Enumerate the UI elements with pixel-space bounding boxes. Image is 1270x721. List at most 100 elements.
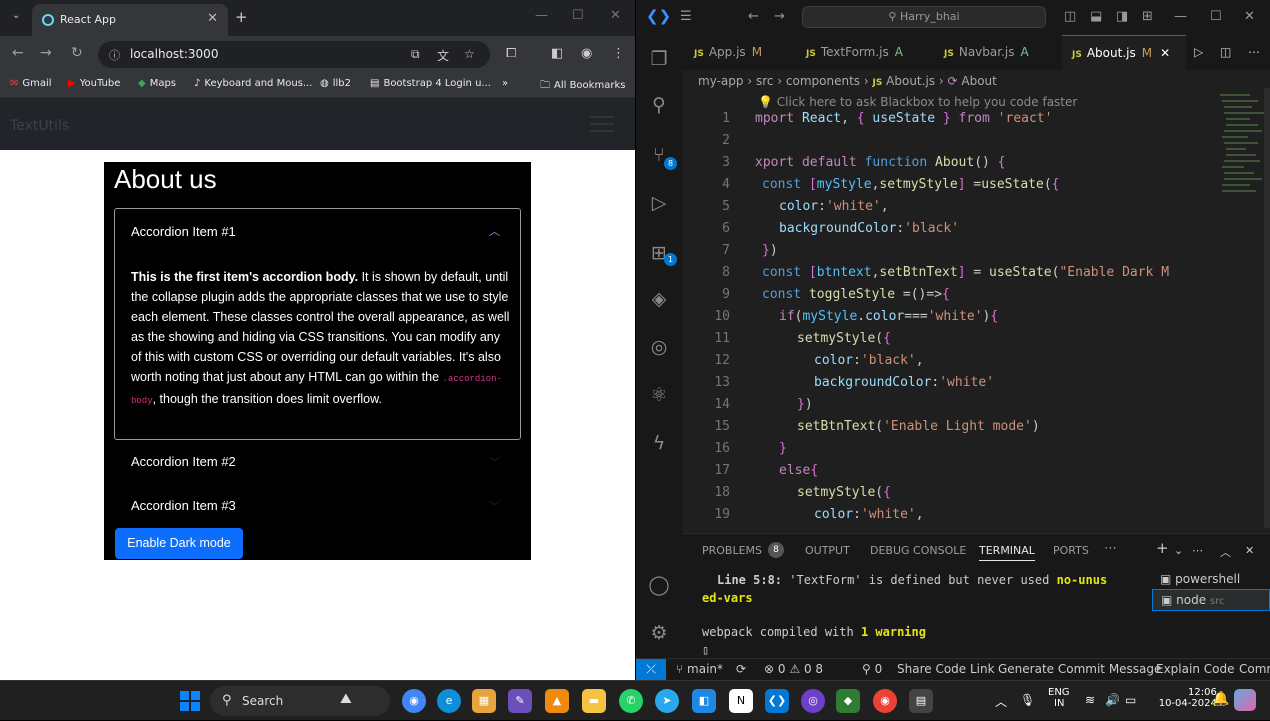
telegram-taskbar-icon[interactable]: ➤ [655,689,679,713]
profile-avatar-icon[interactable]: ◉ [581,46,592,61]
forward-icon[interactable]: → [40,45,52,61]
tab-app-js[interactable]: JS App.js M [694,35,794,70]
accordion-button-1[interactable]: Accordion Item #1 [131,224,236,239]
file-explorer-taskbar-icon[interactable]: ▬ [582,689,606,713]
nav-back-icon[interactable]: ← [748,9,759,24]
tab-search-icon[interactable]: ⌄ [12,10,20,21]
navbar-toggler-icon[interactable] [590,116,614,132]
tab-navbar-js[interactable]: JS Navbar.js A [944,35,1054,70]
terminal-output[interactable]: Line 5:8: 'TextForm' is defined but neve… [702,571,1132,659]
bookmark-youtube[interactable]: ▶ YouTube [68,78,120,89]
database-icon[interactable]: ◈ [647,287,671,311]
split-editor-icon[interactable]: ◫ [1220,35,1231,70]
store-taskbar-icon[interactable]: ▦ [472,689,496,713]
code-editor[interactable]: 1 mport React, { useState } from 'react'… [682,111,1217,531]
toggle-panel-icon[interactable]: ⬓ [1090,9,1102,24]
generate-commit-message[interactable]: Generate Commit Message [998,662,1161,676]
notification-icon[interactable]: 🔔 [1212,691,1229,707]
tray-overflow-icon[interactable]: ︿ [995,693,1007,710]
bookmark-llb2[interactable]: ◍ llb2 [320,78,351,89]
bookmark-star-icon[interactable]: ☆ [464,47,475,61]
close-window-icon[interactable]: ✕ [610,8,621,23]
extensions-icon[interactable]: ⧠ [506,46,516,61]
accordion-button-2[interactable]: Accordion Item #2 [131,454,236,469]
command-center[interactable]: ⚲ Harry_bhai [802,6,1046,28]
close-panel-icon[interactable]: ✕ [1245,544,1254,557]
sync-icon[interactable]: ⟳ [736,662,746,676]
side-panel-icon[interactable]: ◧ [551,46,563,61]
windows-start-icon[interactable] [180,691,200,711]
tab-terminal[interactable]: TERMINAL [979,544,1035,561]
bookmark-gmail[interactable]: ✉ Gmail [10,78,52,89]
settings-gear-icon[interactable]: ⚙ [647,621,671,645]
maximize-panel-icon[interactable]: ︿ [1220,544,1231,560]
maximize-icon[interactable]: ☐ [1210,9,1222,24]
hamburger-menu-icon[interactable]: ☰ [680,9,692,24]
panel-more-actions-icon[interactable]: ⋯ [1192,544,1203,557]
more-bookmarks-icon[interactable]: » [502,78,508,89]
status-item-truncated[interactable]: Comm [1239,662,1270,676]
maximize-icon[interactable]: ☐ [572,8,584,23]
back-icon[interactable]: ← [12,45,24,61]
microphone-icon[interactable]: 🎙 [1020,693,1035,707]
battery-icon[interactable]: ▭ [1125,693,1136,707]
chevron-down-icon[interactable]: ﹀ [489,498,500,514]
tab-about-js[interactable]: JS About.js M ✕ [1062,35,1186,70]
menu-kebab-icon[interactable]: ⋮ [612,46,625,61]
chevron-down-icon[interactable]: ﹀ [489,454,500,470]
accounts-icon[interactable]: ◯ [647,573,671,597]
navbar-brand[interactable]: TextUtils [10,118,69,134]
chrome-taskbar-icon[interactable]: ◉ [873,689,897,713]
panel-more-icon[interactable]: ⋯ [1104,541,1117,556]
ports-status[interactable]: ⚲ 0 [862,662,882,676]
terminal-powershell[interactable]: ▣ powershell [1152,569,1270,589]
close-window-icon[interactable]: ✕ [1244,9,1255,24]
install-icon[interactable]: ⧉ [411,47,420,62]
tab-debug-console[interactable]: DEBUG CONSOLE [870,544,966,557]
explain-code[interactable]: Explain Code [1156,662,1234,676]
all-bookmarks[interactable]: 🗀 All Bookmarks [540,78,625,95]
minimize-icon[interactable]: — [535,8,548,23]
search-icon[interactable]: ⚲ [647,93,671,117]
more-actions-icon[interactable]: ⋯ [1248,35,1260,70]
close-tab-icon[interactable]: ✕ [207,11,218,26]
remote-indicator-icon[interactable]: ⤫ [636,659,666,681]
clock[interactable]: 12:06 10-04-2024 [1156,687,1217,709]
customize-layout-icon[interactable]: ⊞ [1142,9,1153,24]
explorer-icon[interactable]: ❐ [647,47,671,71]
new-terminal-icon[interactable]: + [1156,539,1169,557]
problems-status[interactable]: ⊗ 0 ⚠ 0 8 [764,662,823,676]
language-indicator[interactable]: ENG IN [1048,687,1070,709]
edge-taskbar-icon[interactable]: e [437,689,461,713]
taskbar-search[interactable]: ⚲ Search ⛰ [210,686,390,716]
app-taskbar-icon[interactable]: ▤ [909,689,933,713]
enable-dark-mode-button[interactable]: Enable Dark mode [115,528,243,559]
bookmark-maps[interactable]: ◆ Maps [138,78,176,89]
nav-forward-icon[interactable]: → [774,9,785,24]
vlc-taskbar-icon[interactable]: ▲ [545,689,569,713]
tab-output[interactable]: OUTPUT [805,544,850,557]
copilot-icon[interactable] [1234,689,1256,711]
editor-scrollbar[interactable] [1264,88,1270,528]
blackbox-hint[interactable]: 💡 Click here to ask Blackbox to help you… [758,95,1077,109]
bookmark-keyboard[interactable]: ♪ Keyboard and Mous... [194,78,312,89]
reload-icon[interactable]: ↻ [71,45,83,61]
browser-tab[interactable]: React App ✕ [32,4,228,36]
new-tab-icon[interactable]: + [235,8,248,26]
toggle-sidebar-icon[interactable]: ◫ [1064,9,1076,24]
terminal-node[interactable]: ▣ node src [1152,589,1270,611]
translate-icon[interactable]: 文 [437,47,449,64]
minimize-icon[interactable]: — [1174,9,1187,24]
tab-problems[interactable]: PROBLEMS [702,544,762,557]
accordion-button-3[interactable]: Accordion Item #3 [131,498,236,513]
address-bar[interactable]: ⓘ localhost:3000 ⧉ 文 ☆ [98,41,490,68]
github-icon[interactable]: ◎ [647,335,671,359]
site-info-icon[interactable]: ⓘ [109,47,120,63]
react-icon[interactable]: ⚛ [647,383,671,407]
terminal-dropdown-icon[interactable]: ⌄ [1174,544,1183,557]
tab-ports[interactable]: PORTS [1053,544,1089,557]
lightning-icon[interactable]: ϟ [647,431,671,455]
branch-status[interactable]: ⑂ main* [676,662,723,676]
app-taskbar-icon[interactable]: ✎ [508,689,532,713]
bookmark-bootstrap[interactable]: ▤ Bootstrap 4 Login u... [370,78,491,89]
